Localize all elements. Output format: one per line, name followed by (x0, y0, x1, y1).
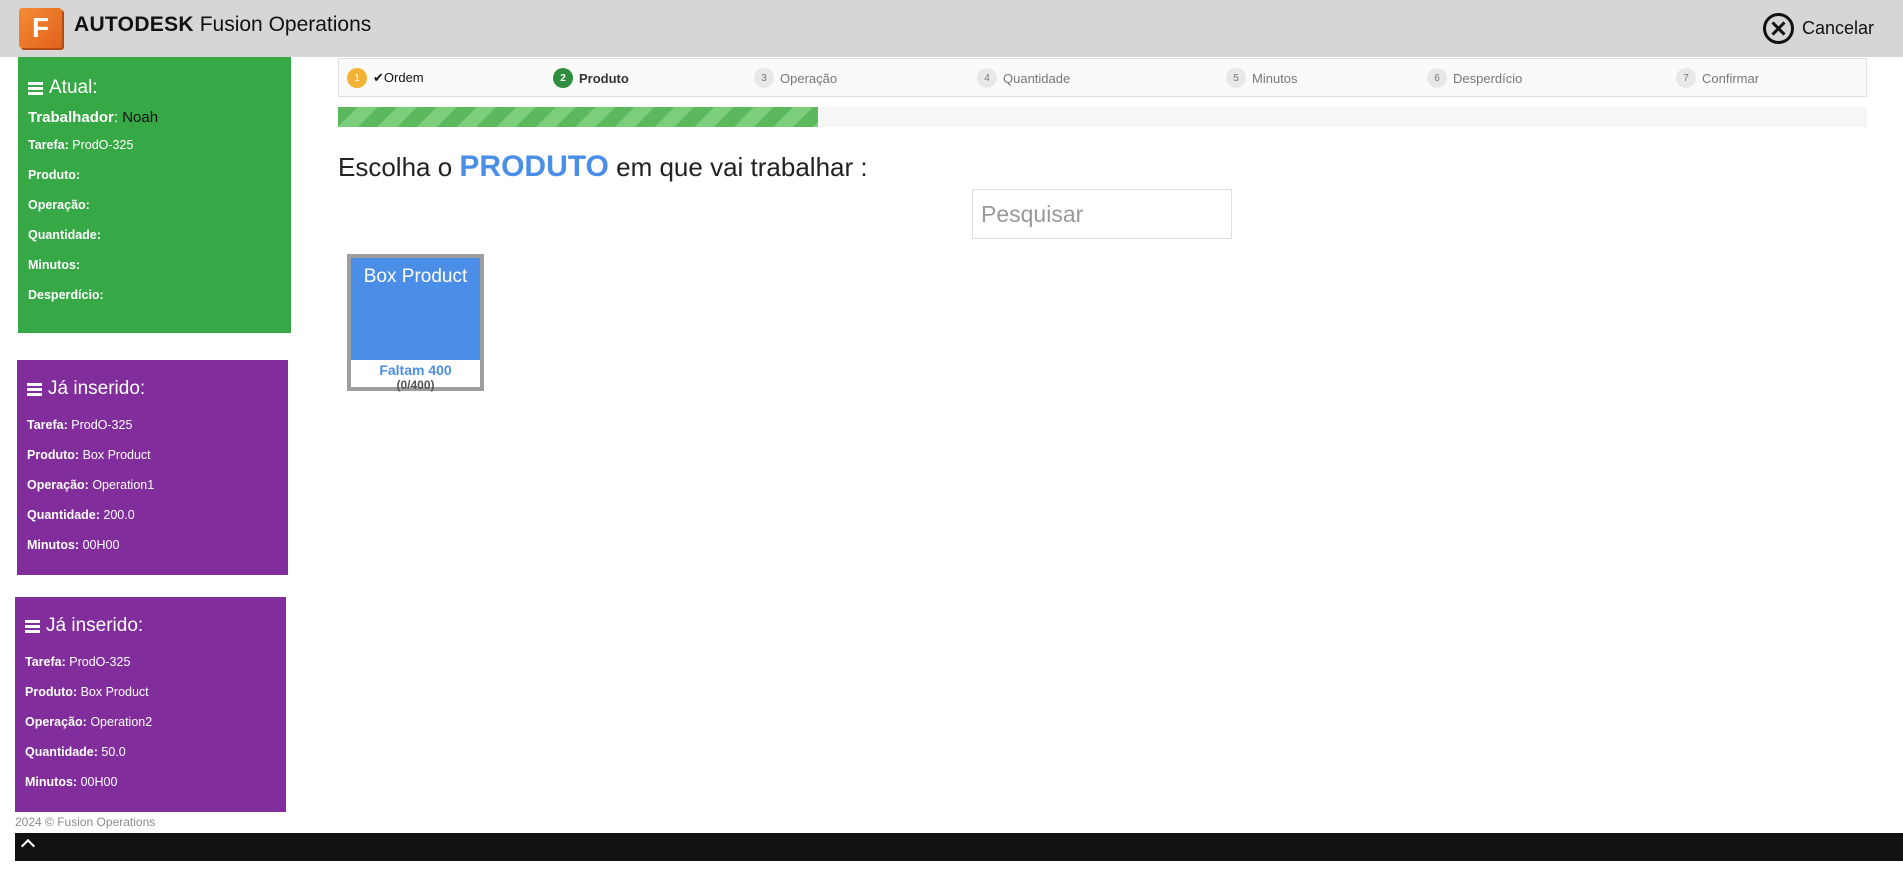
inserted-panel-1: Já inserido: Tarefa: ProdO-325 Produto: … (17, 360, 288, 575)
step-confirm[interactable]: 7 Confirmar (1676, 68, 1759, 88)
inserted-row-operation: Operação: Operation1 (27, 478, 155, 492)
step-number: 4 (977, 68, 997, 88)
check-icon: ✔ (373, 70, 384, 85)
step-label: Minutos (1252, 70, 1298, 86)
inserted-row-minutes: Minutos: 00H00 (25, 775, 118, 789)
current-row-waste: Desperdício: (28, 288, 104, 302)
search-input[interactable] (972, 189, 1232, 239)
step-quantity[interactable]: 4 Quantidade (977, 68, 1070, 88)
progress-bar (338, 107, 1867, 127)
cancel-button[interactable]: Cancelar (1762, 13, 1874, 44)
inserted-row-task: Tarefa: ProdO-325 (27, 418, 133, 432)
menu-icon (27, 382, 42, 396)
inserted-row-task: Tarefa: ProdO-325 (25, 655, 131, 669)
step-label: Ordem (383, 70, 424, 85)
menu-icon (25, 619, 40, 633)
product-card[interactable]: Box Product Faltam 400 (0/400) (347, 254, 484, 392)
current-row-product: Produto: (28, 168, 81, 182)
inserted-row-product: Produto: Box Product (25, 685, 149, 699)
inserted-row-minutes: Minutos: 00H00 (27, 538, 120, 552)
current-row-quantity: Quantidade: (28, 228, 101, 242)
menu-icon (28, 81, 43, 95)
copyright-text: 2024 © Fusion Operations (15, 815, 156, 829)
step-number: 5 (1226, 68, 1246, 88)
product-count: (0/400) (396, 378, 435, 392)
step-number: 6 (1427, 68, 1447, 88)
fusion-logo: F (19, 8, 62, 48)
inserted-row-product: Produto: Box Product (27, 448, 151, 462)
step-number: 1 (347, 68, 367, 88)
top-bar: F AUTODESK Fusion Operations Cancelar (0, 0, 1903, 57)
product-name: Box Product (351, 258, 480, 360)
step-label: Desperdício (1453, 70, 1523, 86)
bottom-bar (15, 833, 1903, 861)
current-row-minutes: Minutos: (28, 258, 81, 272)
inserted-heading: Já inserido: (25, 615, 276, 637)
inserted-panel-2: Já inserido: Tarefa: ProdO-325 Produto: … (15, 597, 286, 812)
step-order[interactable]: 1 ✔Ordem (347, 68, 424, 88)
cancel-label: Cancelar (1801, 18, 1874, 38)
current-row-task: Tarefa: ProdO-325 (28, 138, 134, 152)
current-row-operation: Operação: (28, 198, 90, 212)
current-panel: Atual: Trabalhador: Noah Tarefa: ProdO-3… (18, 57, 291, 333)
step-number: 3 (754, 68, 774, 88)
inserted-row-quantity: Quantidade: 50.0 (25, 745, 126, 759)
step-operation[interactable]: 3 Operação (754, 68, 837, 88)
close-circle-icon (1762, 13, 1794, 44)
step-minutes[interactable]: 5 Minutos (1226, 68, 1298, 88)
chevron-up-icon[interactable] (20, 838, 36, 854)
inserted-row-quantity: Quantidade: 200.0 (27, 508, 135, 522)
wizard-steps: 1 ✔Ordem 2 Produto 3 Operação 4 Quantida… (338, 58, 1867, 97)
inserted-row-operation: Operação: Operation2 (25, 715, 153, 729)
step-number: 2 (553, 68, 573, 88)
step-label: Operação (780, 70, 838, 86)
step-label: Quantidade (1003, 70, 1071, 86)
inserted-heading: Já inserido: (27, 378, 278, 400)
page-title: Escolha o PRODUTO em que vai trabalhar : (338, 150, 868, 183)
step-product[interactable]: 2 Produto (553, 68, 629, 88)
step-label: Produto (579, 70, 629, 86)
worker-row: Trabalhador: Noah (28, 109, 159, 126)
current-heading: Atual: (28, 77, 281, 99)
step-label: Confirmar (1702, 70, 1760, 86)
step-number: 7 (1676, 68, 1696, 88)
brand-title: AUTODESK Fusion Operations (74, 13, 372, 36)
step-waste[interactable]: 6 Desperdício (1427, 68, 1522, 88)
progress-fill (338, 107, 819, 127)
product-remaining: Faltam 400 (379, 362, 452, 378)
